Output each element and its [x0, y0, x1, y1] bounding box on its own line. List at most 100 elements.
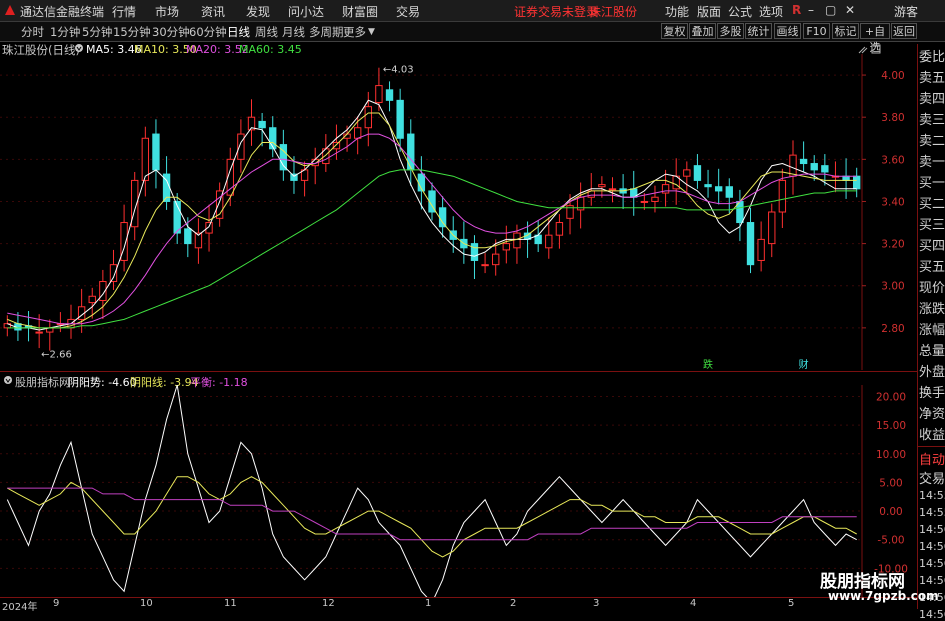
- fuquan-button[interactable]: 复权: [661, 23, 688, 39]
- rp-buy4[interactable]: 买四: [919, 235, 945, 256]
- ma-settings-icon[interactable]: [74, 43, 84, 53]
- rp-auto[interactable]: 自动: [919, 449, 945, 470]
- guest-user[interactable]: 游客: [894, 3, 918, 20]
- period-more[interactable]: 更多: [343, 24, 366, 40]
- rp-weibi[interactable]: 委比: [919, 46, 945, 67]
- candle-body[interactable]: [714, 186, 723, 192]
- candle-body[interactable]: [141, 137, 150, 181]
- rp-trade[interactable]: 交易: [919, 468, 945, 489]
- candle-body[interactable]: [598, 184, 606, 188]
- menu-item-gongneng[interactable]: 功能: [665, 3, 689, 20]
- candle-body[interactable]: [237, 133, 245, 160]
- restore-icon[interactable]: ▢: [825, 3, 836, 17]
- rp-price[interactable]: 现价: [919, 277, 945, 298]
- menu-item-hangqing[interactable]: 行情: [112, 3, 136, 20]
- candle-body[interactable]: [353, 127, 362, 139]
- candle-body[interactable]: [640, 200, 649, 203]
- period-multi[interactable]: 多周期: [309, 24, 344, 40]
- minimize-icon[interactable]: –: [808, 3, 814, 17]
- candle-body[interactable]: [725, 186, 733, 198]
- candle-body[interactable]: [757, 238, 765, 261]
- period-5min[interactable]: 5分钟: [82, 24, 112, 40]
- candle-body[interactable]: [332, 141, 341, 150]
- candle-body[interactable]: [396, 99, 404, 139]
- menu-item-faxian[interactable]: 发现: [246, 3, 270, 20]
- rp-turnover[interactable]: 换手: [919, 382, 945, 403]
- candle-body[interactable]: [810, 163, 818, 171]
- candle-body[interactable]: [492, 253, 500, 266]
- edit-pen-icon[interactable]: [858, 46, 868, 54]
- menu-item-banmian[interactable]: 版面: [697, 3, 721, 20]
- period-60min[interactable]: 60分钟: [189, 24, 227, 40]
- candle-body[interactable]: [555, 222, 564, 236]
- candle-body[interactable]: [789, 154, 797, 177]
- period-1min[interactable]: 1分钟: [50, 24, 80, 40]
- rp-sell1[interactable]: 卖一: [919, 151, 945, 172]
- candle-body[interactable]: [407, 133, 415, 171]
- rp-buy3[interactable]: 买三: [919, 214, 945, 235]
- candle-body[interactable]: [799, 158, 808, 165]
- candle-body[interactable]: [502, 243, 511, 251]
- candle-body[interactable]: [481, 264, 489, 267]
- candle-body[interactable]: [35, 331, 43, 334]
- rp-sell3[interactable]: 卖三: [919, 109, 945, 130]
- candle-body[interactable]: [269, 127, 277, 150]
- candle-body[interactable]: [683, 169, 691, 177]
- candle-body[interactable]: [184, 228, 192, 245]
- menu-item-gongshi[interactable]: 公式: [728, 3, 752, 20]
- candle-body[interactable]: [470, 243, 479, 261]
- candle-body[interactable]: [385, 89, 394, 101]
- candle-body[interactable]: [746, 222, 755, 266]
- trade-login-notice[interactable]: 证券交易未登录: [514, 3, 598, 20]
- expand-icon[interactable]: [871, 44, 881, 54]
- period-15min[interactable]: 15分钟: [113, 24, 151, 40]
- candle-body[interactable]: [438, 207, 447, 228]
- candle-body[interactable]: [375, 85, 383, 103]
- back-button[interactable]: 返回: [891, 23, 917, 39]
- candle-body[interactable]: [513, 232, 521, 249]
- candle-body[interactable]: [821, 165, 829, 173]
- candle-body[interactable]: [608, 188, 617, 191]
- tongji-button[interactable]: 统计: [745, 23, 772, 39]
- candle-body[interactable]: [109, 264, 118, 283]
- candle-body[interactable]: [704, 184, 712, 188]
- candle-body[interactable]: [693, 165, 702, 181]
- kline-chart[interactable]: 4.00 3.80 3.60 3.40 3.20 3.00 2.80 ←4.03 ←2.66 跌…: [0, 54, 917, 370]
- candle-body[interactable]: [545, 234, 553, 249]
- event-mark-cai[interactable]: 财: [799, 358, 809, 370]
- rp-sell5[interactable]: 卖五: [919, 67, 945, 88]
- candle-body[interactable]: [88, 295, 96, 304]
- menu-item-jiaoyi[interactable]: 交易: [396, 3, 420, 20]
- candle-body[interactable]: [364, 106, 372, 129]
- menu-item-xuanxiang[interactable]: 选项: [759, 3, 783, 20]
- rp-buy2[interactable]: 买二: [919, 193, 945, 214]
- candle-body[interactable]: [258, 120, 266, 129]
- stock-name-link[interactable]: 珠江股份: [589, 3, 637, 20]
- candle-body[interactable]: [152, 133, 160, 171]
- period-30min[interactable]: 30分钟: [152, 24, 190, 40]
- period-monthly[interactable]: 月线: [282, 24, 305, 40]
- menu-item-caifuquan[interactable]: 财富圈: [342, 3, 378, 20]
- f10-button[interactable]: F10: [803, 23, 830, 39]
- rp-outer[interactable]: 外盘: [919, 361, 945, 382]
- candle-body[interactable]: [842, 175, 850, 181]
- candle-body[interactable]: [651, 196, 659, 202]
- indicator-settings-icon[interactable]: [3, 375, 13, 385]
- add-watchlist-button[interactable]: +自选: [860, 23, 890, 54]
- period-fenshi[interactable]: 分时: [21, 24, 44, 40]
- rp-change[interactable]: 涨跌: [919, 298, 945, 319]
- rp-sell2[interactable]: 卖二: [919, 130, 945, 151]
- close-icon[interactable]: ✕: [845, 3, 855, 17]
- rp-change-pct[interactable]: 涨幅: [919, 319, 945, 340]
- rp-netasset[interactable]: 净资: [919, 403, 945, 424]
- r-badge-icon[interactable]: R: [792, 3, 801, 17]
- menu-item-shichang[interactable]: 市场: [155, 3, 179, 20]
- event-mark-die[interactable]: 跌: [703, 358, 713, 370]
- biaoji-button[interactable]: 标记: [832, 23, 859, 39]
- huaxian-button[interactable]: 画线: [774, 23, 801, 39]
- more-dropdown-icon[interactable]: ▼: [368, 27, 375, 37]
- menu-item-wenxiaoda[interactable]: 问小达: [288, 3, 324, 20]
- rp-buy5[interactable]: 买五: [919, 256, 945, 277]
- indicator-chart[interactable]: 20.0015.0010.005.000.00-5.00-10.00: [0, 385, 917, 597]
- rp-earning[interactable]: 收益: [919, 424, 945, 445]
